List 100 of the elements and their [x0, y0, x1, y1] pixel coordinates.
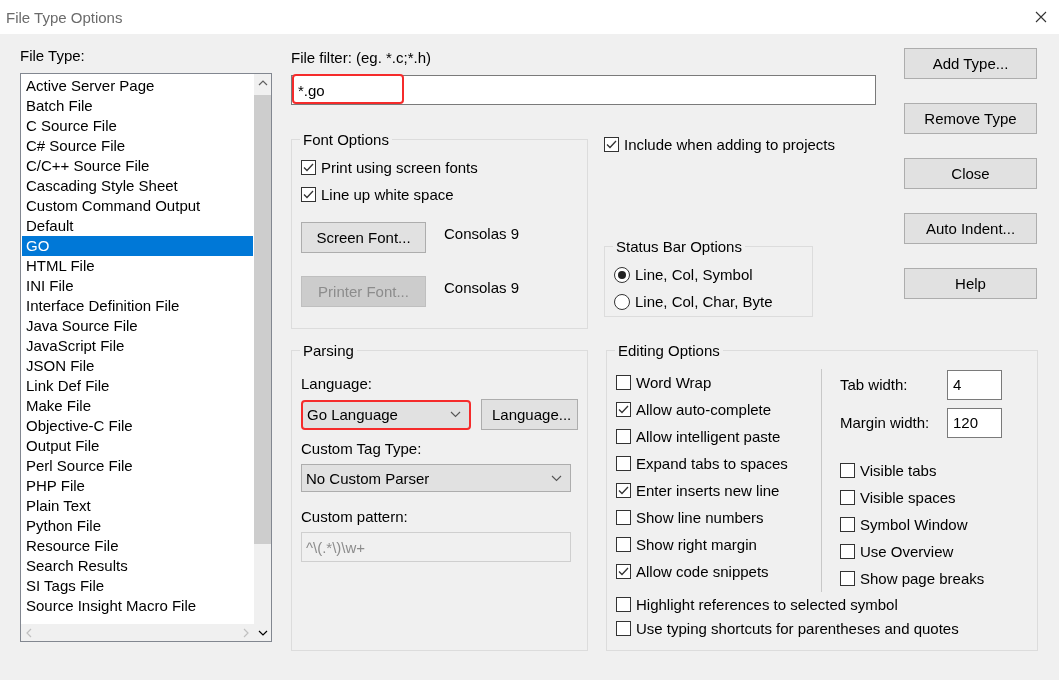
- checkbox[interactable]: Allow code snippets: [616, 558, 821, 585]
- checkbox[interactable]: Expand tabs to spaces: [616, 450, 821, 477]
- list-item[interactable]: HTML File: [22, 256, 253, 276]
- list-item[interactable]: Batch File: [22, 96, 253, 116]
- checkbox-square[interactable]: [301, 187, 316, 202]
- font-button[interactable]: Screen Font...: [301, 222, 426, 253]
- checkbox[interactable]: Allow intelligent paste: [616, 423, 821, 450]
- radio-circle[interactable]: [614, 293, 630, 310]
- window-title: File Type Options: [6, 8, 123, 26]
- dialog-button[interactable]: Close: [904, 158, 1037, 189]
- checkbox-square[interactable]: [616, 483, 631, 498]
- checkbox-square[interactable]: [616, 510, 631, 525]
- checkbox[interactable]: Allow auto-complete: [616, 396, 821, 423]
- filter-field[interactable]: *.go: [291, 75, 876, 105]
- checkbox-square[interactable]: [616, 429, 631, 444]
- list-item[interactable]: SI Tags File: [22, 576, 253, 596]
- checkbox-square[interactable]: [616, 620, 631, 636]
- checkbox[interactable]: Visible tabs: [840, 457, 1002, 484]
- list-item[interactable]: Cascading Style Sheet: [22, 176, 253, 196]
- checkbox-square[interactable]: [616, 537, 631, 552]
- checkbox[interactable]: Enter inserts new line: [616, 477, 821, 504]
- scroll-down-icon[interactable]: [257, 628, 268, 637]
- list-item[interactable]: Make File: [22, 396, 253, 416]
- radio-label: Line, Col, Symbol: [635, 266, 753, 283]
- list-item[interactable]: Default: [22, 216, 253, 236]
- list-item[interactable]: Resource File: [22, 536, 253, 556]
- checkbox-square[interactable]: [616, 596, 631, 612]
- vertical-scrollbar[interactable]: [254, 74, 271, 641]
- checkbox-square[interactable]: [616, 564, 631, 579]
- checkmark-icon: [618, 405, 629, 414]
- list-item[interactable]: Source Insight Macro File: [22, 596, 253, 616]
- list-item[interactable]: Link Def File: [22, 376, 253, 396]
- checkbox[interactable]: Use Overview: [840, 538, 1002, 565]
- checkbox[interactable]: Line up white space: [301, 181, 578, 208]
- file-type-list[interactable]: [20, 73, 272, 642]
- list-item[interactable]: Plain Text: [22, 496, 253, 516]
- checkbox-square[interactable]: [616, 456, 631, 471]
- dialog-button[interactable]: Help: [904, 268, 1037, 299]
- scroll-thumb[interactable]: [254, 95, 271, 544]
- dialog-button[interactable]: Auto Indent...: [904, 213, 1037, 244]
- radio-option[interactable]: Line, Col, Symbol: [614, 261, 803, 288]
- list-item[interactable]: Custom Command Output: [22, 196, 253, 216]
- list-item[interactable]: INI File: [22, 276, 253, 296]
- checkbox[interactable]: Symbol Window: [840, 511, 1002, 538]
- checkbox-label: Visible spaces: [860, 489, 956, 506]
- close-icon[interactable]: [1035, 11, 1047, 23]
- scroll-up-icon[interactable]: [257, 78, 268, 87]
- checkbox[interactable]: Visible spaces: [840, 484, 1002, 511]
- list-item[interactable]: Perl Source File: [22, 456, 253, 476]
- dialog-button[interactable]: Remove Type: [904, 103, 1037, 134]
- list-item[interactable]: C/C++ Source File: [22, 156, 253, 176]
- field-label: Custom Tag Type:: [301, 440, 423, 457]
- number-field[interactable]: 120: [947, 407, 1002, 438]
- checkbox[interactable]: Print using screen fonts: [301, 154, 578, 181]
- checkbox-square[interactable]: [840, 463, 855, 478]
- list-item[interactable]: Output File: [22, 436, 253, 456]
- checkbox-label: Allow intelligent paste: [636, 428, 781, 445]
- list-item[interactable]: Objective-C File: [22, 416, 253, 436]
- checkbox-label: Allow auto-complete: [636, 401, 772, 418]
- checkbox-label: Line up white space: [321, 186, 454, 203]
- checkmark-icon: [303, 163, 314, 172]
- checkbox-label: Show line numbers: [636, 509, 764, 526]
- checkbox-label: Print using screen fonts: [321, 159, 478, 176]
- radio-option[interactable]: Line, Col, Char, Byte: [614, 288, 803, 315]
- checkbox-square[interactable]: [616, 375, 631, 390]
- list-item[interactable]: PHP File: [22, 476, 253, 496]
- list-item[interactable]: Java Source File: [22, 316, 253, 336]
- list-item[interactable]: Search Results: [22, 556, 253, 576]
- field-label: File filter: (eg. *.c;*.h): [291, 49, 433, 66]
- radio-circle[interactable]: [614, 266, 630, 283]
- list-item[interactable]: GO: [22, 236, 253, 256]
- checkbox[interactable]: Show line numbers: [616, 504, 821, 531]
- font-value: Consolas 9: [444, 224, 520, 242]
- language-dropdown[interactable]: Go Language: [301, 399, 471, 430]
- list-item[interactable]: C# Source File: [22, 136, 253, 156]
- checkbox[interactable]: Show right margin: [616, 531, 821, 558]
- group-title: Editing Options: [617, 342, 721, 359]
- checkbox[interactable]: Include when adding to projects: [604, 131, 835, 158]
- checkbox[interactable]: Word Wrap: [616, 369, 821, 396]
- list-item[interactable]: JavaScript File: [22, 336, 253, 356]
- checkbox-square[interactable]: [840, 544, 855, 559]
- checkbox-square[interactable]: [840, 517, 855, 532]
- checkbox-square[interactable]: [840, 571, 855, 586]
- list-item[interactable]: Python File: [22, 516, 253, 536]
- checkbox-square[interactable]: [616, 402, 631, 417]
- checkbox-square[interactable]: [840, 490, 855, 505]
- checkbox-square[interactable]: [301, 160, 316, 175]
- list-item[interactable]: Interface Definition File: [22, 296, 253, 316]
- list-item[interactable]: C Source File: [22, 116, 253, 136]
- number-field[interactable]: 4: [947, 369, 1002, 400]
- checkbox[interactable]: Highlight references to selected symbol: [616, 592, 1028, 616]
- tag-type-dropdown[interactable]: No Custom Parser: [301, 464, 571, 492]
- list-item[interactable]: Active Server Page: [22, 76, 253, 96]
- language-button[interactable]: Language...: [481, 399, 578, 430]
- dialog-button[interactable]: Add Type...: [904, 48, 1037, 79]
- checkbox[interactable]: Use typing shortcuts for parentheses and quotes: [616, 616, 1028, 640]
- checkbox[interactable]: Show page breaks: [840, 565, 1002, 592]
- list-item[interactable]: JSON File: [22, 356, 253, 376]
- checkbox-square[interactable]: [604, 137, 619, 152]
- checkbox-label: Symbol Window: [860, 516, 968, 533]
